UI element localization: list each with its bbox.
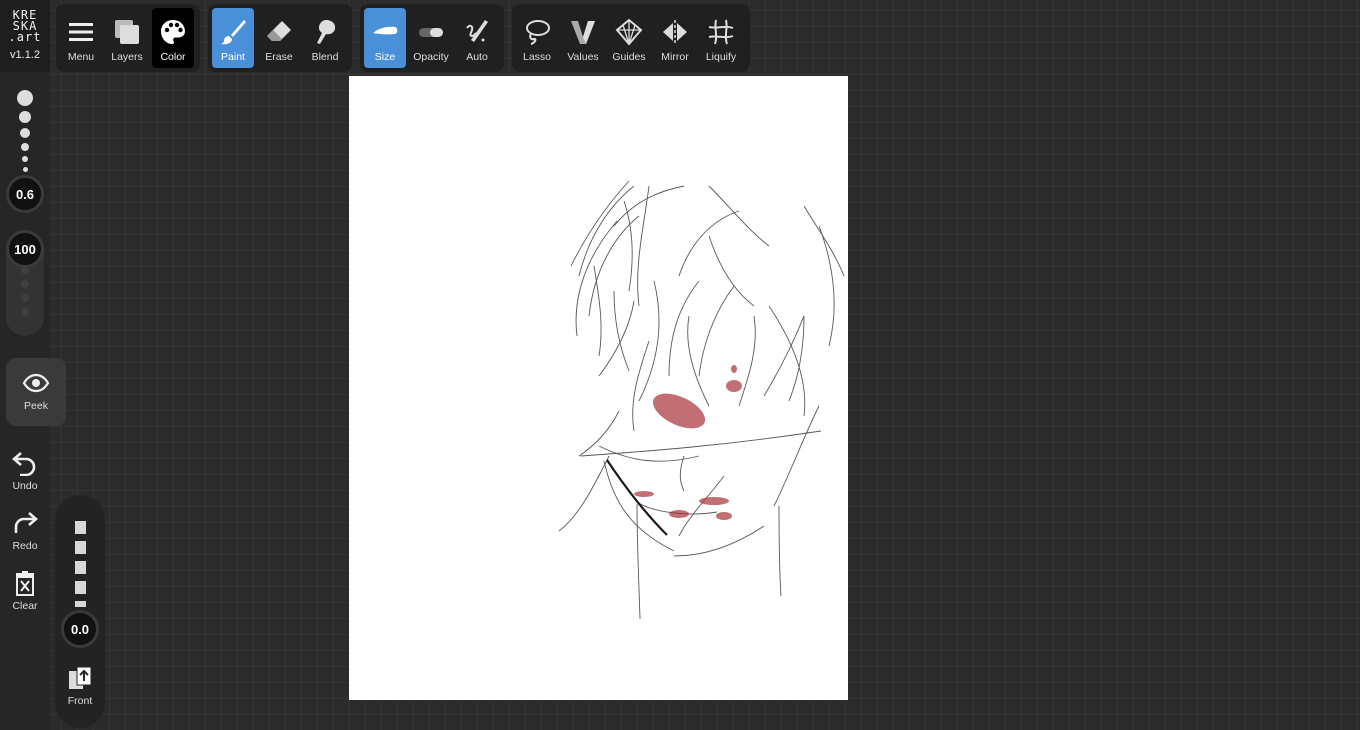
opacity-button[interactable]: Opacity — [410, 8, 452, 68]
mirror-icon — [663, 20, 687, 44]
opacity-label: Opacity — [413, 51, 449, 63]
opacity-icon — [419, 28, 443, 37]
drawing-canvas[interactable] — [349, 76, 848, 700]
guides-button[interactable]: Guides — [608, 8, 650, 68]
menu-button[interactable]: Menu — [60, 8, 102, 68]
trash-icon — [16, 571, 34, 596]
front-button[interactable]: Front — [55, 665, 105, 707]
clear-button[interactable]: Clear — [0, 570, 50, 612]
auto-label: Auto — [466, 51, 488, 63]
brush-icon — [221, 20, 246, 45]
menu-icon — [69, 23, 93, 41]
liquify-label: Liquify — [705, 51, 737, 63]
clear-label: Clear — [12, 600, 38, 612]
front-label: Front — [67, 695, 93, 707]
opacity-dot — [21, 308, 29, 316]
paint-label: Paint — [221, 51, 245, 63]
layer-value-knob[interactable]: 0.0 — [61, 610, 99, 648]
size-dot — [19, 111, 31, 123]
toolbar-group-brush: Paint Erase Blend — [208, 4, 352, 72]
size-dot — [22, 156, 28, 162]
toolbar-group-main: Menu Layers Color — [56, 4, 200, 72]
erase-button[interactable]: Erase — [258, 8, 300, 68]
peek-button[interactable]: Peek — [6, 358, 66, 426]
sketch-artwork — [558, 180, 845, 620]
peek-label: Peek — [24, 400, 48, 412]
menu-label: Menu — [67, 51, 95, 63]
liquify-button[interactable]: Liquify — [700, 8, 742, 68]
size-dot-large — [17, 90, 33, 106]
opacity-dot — [21, 280, 29, 288]
palette-icon — [161, 20, 185, 44]
app-version: v1.1.2 — [10, 49, 40, 61]
layer-slot[interactable] — [75, 561, 86, 574]
auto-icon — [466, 20, 488, 42]
blend-label: Blend — [311, 51, 339, 63]
size-dot — [21, 143, 29, 151]
undo-label: Undo — [12, 480, 38, 492]
redo-icon — [14, 512, 38, 533]
redo-label: Redo — [12, 540, 38, 552]
lasso-icon — [526, 20, 550, 45]
size-dot — [20, 128, 30, 138]
erase-label: Erase — [265, 51, 293, 63]
undo-icon — [12, 452, 36, 476]
guides-label: Guides — [612, 51, 646, 63]
brush-opacity-knob[interactable]: 100 — [6, 230, 44, 268]
logo-line-3: .art — [8, 30, 42, 44]
layer-slot[interactable] — [75, 541, 86, 554]
values-button[interactable]: Values — [562, 8, 604, 68]
toolbar-group-tools: Lasso Values Guides Mirror Liquify — [512, 4, 750, 72]
undo-button[interactable]: Undo — [0, 450, 50, 492]
size-dot — [23, 167, 28, 172]
eye-icon — [22, 373, 50, 393]
paint-button[interactable]: Paint — [212, 8, 254, 68]
size-label: Size — [374, 51, 396, 63]
color-button[interactable]: Color — [152, 8, 194, 68]
brush-size-knob[interactable]: 0.6 — [6, 175, 44, 213]
app-logo: KRE SKA .art v1.1.2 — [0, 0, 50, 72]
liquify-icon — [708, 19, 734, 45]
size-button[interactable]: Size — [364, 8, 406, 68]
layers-button[interactable]: Layers — [106, 8, 148, 68]
mirror-label: Mirror — [661, 51, 689, 63]
front-layer-icon — [69, 666, 92, 689]
guides-icon — [615, 18, 643, 46]
auto-button[interactable]: Auto — [456, 8, 498, 68]
blend-icon — [317, 20, 336, 44]
layer-slot[interactable] — [75, 581, 86, 594]
size-icon — [373, 26, 398, 35]
layers-icon — [115, 20, 139, 44]
values-label: Values — [567, 51, 599, 63]
layer-slot[interactable] — [75, 601, 86, 607]
blend-button[interactable]: Blend — [304, 8, 346, 68]
eraser-icon — [267, 21, 291, 41]
redo-button[interactable]: Redo — [0, 510, 50, 552]
layers-label: Layers — [111, 51, 143, 63]
mirror-button[interactable]: Mirror — [654, 8, 696, 68]
toolbar-group-settings: Size Opacity Auto — [360, 4, 504, 72]
values-icon — [571, 21, 595, 44]
lasso-label: Lasso — [522, 51, 552, 63]
lasso-button[interactable]: Lasso — [516, 8, 558, 68]
opacity-dot — [21, 294, 29, 302]
color-label: Color — [160, 51, 186, 63]
layer-slot[interactable] — [75, 521, 86, 534]
